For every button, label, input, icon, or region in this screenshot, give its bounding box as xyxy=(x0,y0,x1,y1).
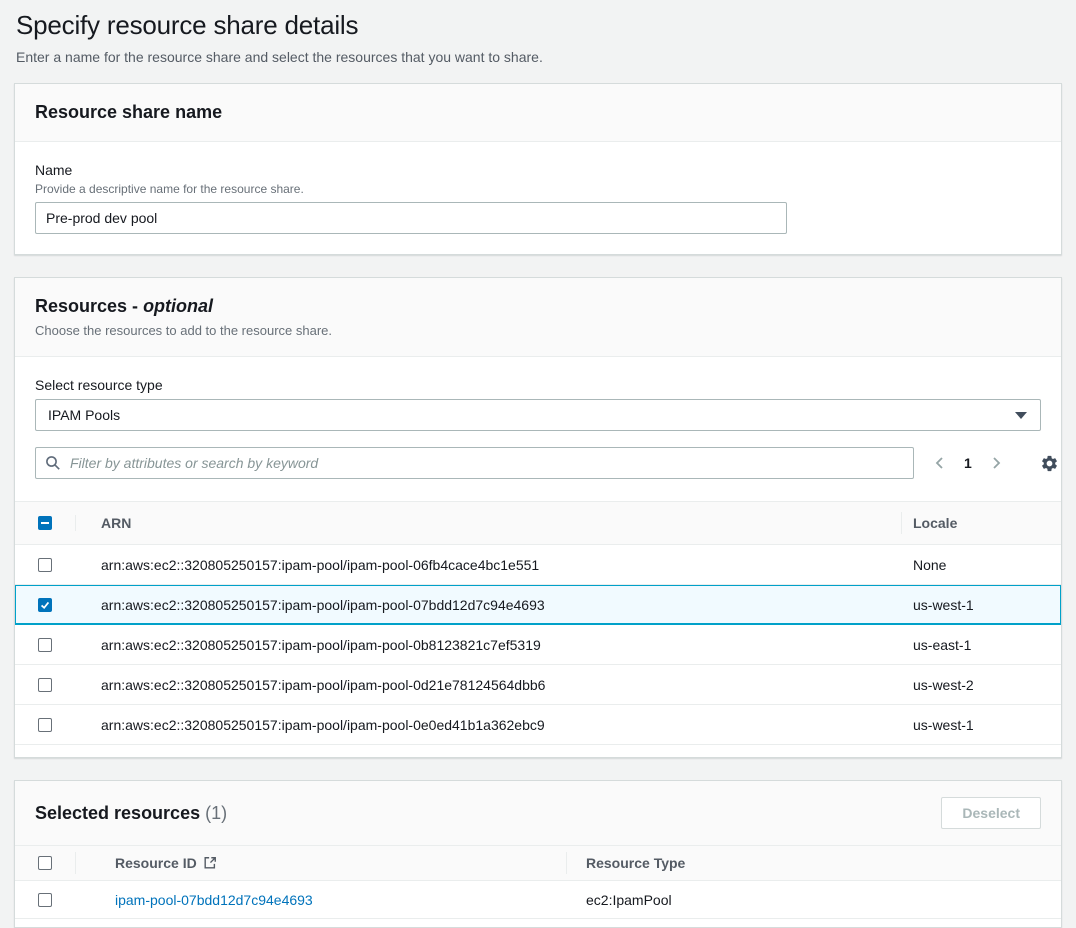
table-row[interactable]: arn:aws:ec2::320805250157:ipam-pool/ipam… xyxy=(15,665,1061,705)
search-icon xyxy=(45,455,61,471)
select-all-checkbox[interactable] xyxy=(38,516,52,530)
resource-share-name-title: Resource share name xyxy=(35,102,1041,123)
locale-cell: us-west-2 xyxy=(901,677,1061,693)
selected-table-select-all-checkbox[interactable] xyxy=(38,856,52,870)
table-row-selected[interactable]: arn:aws:ec2::320805250157:ipam-pool/ipam… xyxy=(15,585,1061,625)
row-checkbox[interactable] xyxy=(38,893,52,907)
selected-resources-header: Selected resources (1) Deselect xyxy=(15,781,1061,845)
resources-table-header: ARN Locale xyxy=(15,501,1061,545)
resources-table: ARN Locale arn:aws:ec2::320805250157:ipa… xyxy=(15,501,1061,757)
selected-table-row[interactable]: ipam-pool-07bdd12d7c94e4693 ec2:IpamPool xyxy=(15,881,1061,919)
name-input[interactable] xyxy=(35,202,787,234)
row-checkbox[interactable] xyxy=(38,718,52,732)
resource-type-column-header: Resource Type xyxy=(566,855,1061,871)
settings-button[interactable] xyxy=(1038,452,1061,475)
table-row[interactable]: arn:aws:ec2::320805250157:ipam-pool/ipam… xyxy=(15,705,1061,745)
previous-page-button[interactable] xyxy=(928,453,952,473)
resource-share-name-header: Resource share name xyxy=(15,84,1061,142)
row-checkbox-checked[interactable] xyxy=(38,598,52,612)
selected-resources-title: Selected resources (1) xyxy=(35,803,227,824)
filter-input[interactable] xyxy=(68,454,904,472)
resources-title: Resources - optional xyxy=(35,296,1041,317)
selected-table-header: Resource ID Resource Type xyxy=(15,845,1061,881)
gear-icon xyxy=(1040,454,1059,473)
pagination: 1 xyxy=(928,453,1008,473)
filter-row: 1 xyxy=(35,447,1041,479)
arn-cell: arn:aws:ec2::320805250157:ipam-pool/ipam… xyxy=(75,677,901,693)
chevron-right-icon xyxy=(988,455,1004,471)
resource-type-select[interactable]: IPAM Pools xyxy=(35,399,1041,431)
arn-cell: arn:aws:ec2::320805250157:ipam-pool/ipam… xyxy=(75,557,901,573)
resources-subtitle: Choose the resources to add to the resou… xyxy=(35,323,1041,338)
table-bottom-padding xyxy=(15,919,1061,927)
deselect-button[interactable]: Deselect xyxy=(941,797,1041,829)
resource-type-cell: ec2:IpamPool xyxy=(566,892,1061,908)
chevron-left-icon xyxy=(932,455,948,471)
filter-input-container xyxy=(35,447,914,479)
arn-cell: arn:aws:ec2::320805250157:ipam-pool/ipam… xyxy=(75,717,901,733)
selected-resources-panel: Selected resources (1) Deselect Resource… xyxy=(14,780,1062,928)
resource-share-name-body: Name Provide a descriptive name for the … xyxy=(15,142,1061,254)
name-field-help: Provide a descriptive name for the resou… xyxy=(35,182,1041,196)
row-checkbox[interactable] xyxy=(38,678,52,692)
page-title: Specify resource share details xyxy=(16,10,1060,41)
arn-column-header: ARN xyxy=(75,515,901,531)
selected-resources-count: (1) xyxy=(205,803,227,823)
next-page-button[interactable] xyxy=(984,453,1008,473)
locale-cell: None xyxy=(901,557,1061,573)
resources-controls: Select resource type IPAM Pools xyxy=(15,357,1061,501)
table-row[interactable]: arn:aws:ec2::320805250157:ipam-pool/ipam… xyxy=(15,625,1061,665)
external-link-icon xyxy=(203,856,217,870)
resources-title-optional: optional xyxy=(143,296,213,316)
resource-id-link[interactable]: ipam-pool-07bdd12d7c94e4693 xyxy=(115,892,313,908)
locale-cell: us-east-1 xyxy=(901,637,1061,653)
current-page-number: 1 xyxy=(964,455,972,471)
resource-id-column-header: Resource ID xyxy=(75,855,566,871)
select-all-cell xyxy=(15,502,75,544)
page-header: Specify resource share details Enter a n… xyxy=(0,0,1076,83)
chevron-down-icon xyxy=(1014,409,1028,421)
locale-cell: us-west-1 xyxy=(901,717,1061,733)
row-checkbox[interactable] xyxy=(38,558,52,572)
check-icon xyxy=(39,599,51,611)
selected-resources-table: Resource ID Resource Type ipam-pool-07bd… xyxy=(15,845,1061,927)
resource-share-name-panel: Resource share name Name Provide a descr… xyxy=(14,83,1062,255)
select-all-cell xyxy=(15,846,75,880)
row-checkbox[interactable] xyxy=(38,638,52,652)
resource-type-label: Select resource type xyxy=(35,377,1041,393)
resources-panel: Resources - optional Choose the resource… xyxy=(14,277,1062,758)
arn-cell: arn:aws:ec2::320805250157:ipam-pool/ipam… xyxy=(75,637,901,653)
resource-type-selected-value: IPAM Pools xyxy=(48,407,120,423)
locale-column-header: Locale xyxy=(901,515,1061,531)
arn-cell: arn:aws:ec2::320805250157:ipam-pool/ipam… xyxy=(75,597,901,613)
resources-header: Resources - optional Choose the resource… xyxy=(15,278,1061,357)
table-row[interactable]: arn:aws:ec2::320805250157:ipam-pool/ipam… xyxy=(15,545,1061,585)
locale-cell: us-west-1 xyxy=(901,597,1061,613)
page-subtitle: Enter a name for the resource share and … xyxy=(16,49,1060,65)
table-bottom-padding xyxy=(15,745,1061,757)
name-field-label: Name xyxy=(35,162,1041,178)
